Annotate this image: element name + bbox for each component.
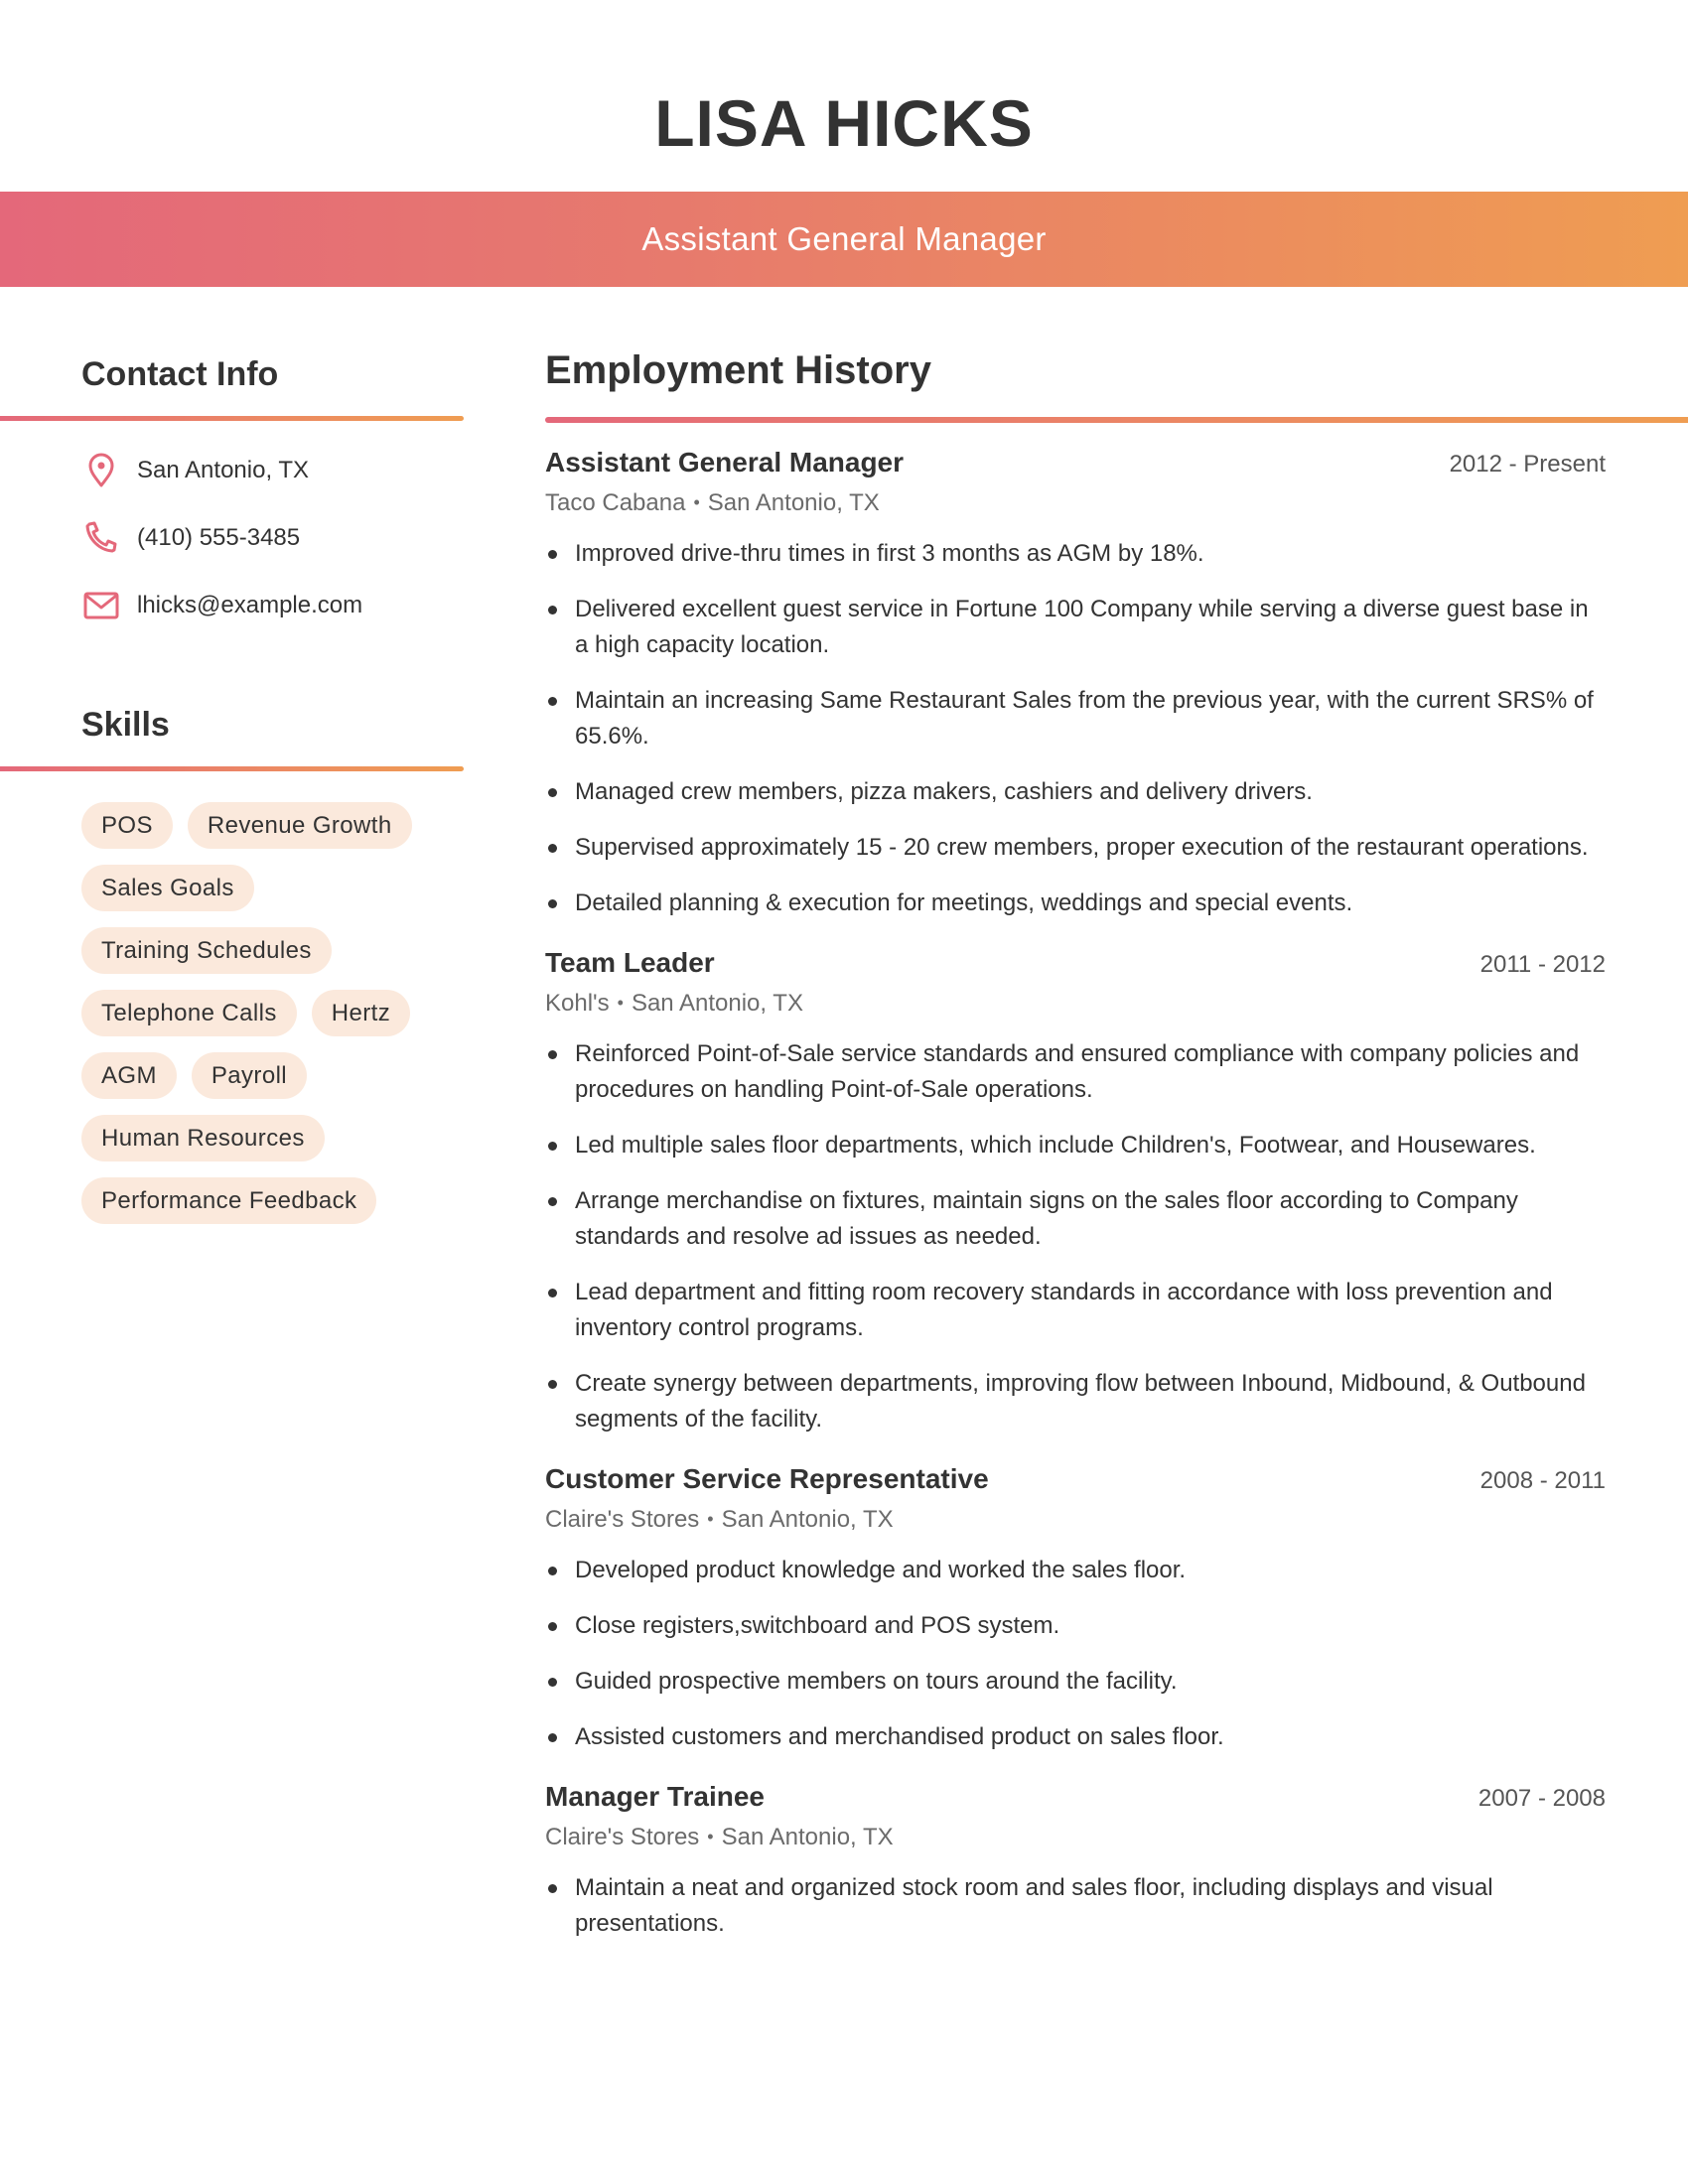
job-title: Assistant General Manager: [545, 447, 905, 478]
job-bullet: Assisted customers and merchandised prod…: [545, 1719, 1606, 1755]
job-company-location: Taco Cabana • San Antonio, TX: [545, 484, 1606, 520]
job-dates: 2008 - 2011: [1479, 1467, 1606, 1494]
job-bullet: Lead department and fitting room recover…: [545, 1275, 1606, 1346]
employment-history-divider: [545, 417, 1688, 423]
contact-phone: (410) 555-3485: [137, 524, 301, 551]
job-company: Claire's Stores: [545, 1824, 700, 1850]
job-bullet: Improved drive-thru times in first 3 mon…: [545, 536, 1606, 572]
separator-dot: •: [707, 1827, 714, 1846]
separator-dot: •: [707, 1509, 714, 1529]
job-bullet: Create synergy between departments, impr…: [545, 1366, 1606, 1437]
job-bullets: Improved drive-thru times in first 3 mon…: [545, 536, 1606, 921]
job-header: Manager Trainee 2007 - 2008: [545, 1781, 1606, 1819]
job-header: Team Leader 2011 - 2012: [545, 947, 1606, 985]
job-bullet: Delivered excellent guest service in For…: [545, 592, 1606, 663]
job-bullet: Arrange merchandise on fixtures, maintai…: [545, 1183, 1606, 1255]
job-bullet: Led multiple sales floor departments, wh…: [545, 1128, 1606, 1163]
job-bullet: Guided prospective members on tours arou…: [545, 1664, 1606, 1700]
contact-info-heading: Contact Info: [81, 355, 279, 393]
job-bullets: Developed product knowledge and worked t…: [545, 1553, 1606, 1755]
skills-list: POS Revenue Growth Sales Goals Training …: [81, 802, 459, 1224]
job-bullet: Reinforced Point-of-Sale service standar…: [545, 1036, 1606, 1108]
job-bullet: Maintain an increasing Same Restaurant S…: [545, 683, 1606, 754]
skills-heading: Skills: [81, 706, 170, 744]
separator-dot: •: [693, 492, 700, 512]
phone-icon: [81, 518, 121, 558]
contact-list: San Antonio, TX (410) 555-3485 lhicks@ex…: [81, 449, 459, 651]
contact-location: San Antonio, TX: [137, 457, 310, 483]
job-entry: Customer Service Representative 2008 - 2…: [545, 1463, 1606, 1755]
job-title: Manager Trainee: [545, 1781, 765, 1812]
skill-pill: POS: [81, 802, 173, 849]
skill-pill: Training Schedules: [81, 927, 332, 974]
job-location: San Antonio, TX: [631, 990, 803, 1017]
employment-history-heading: Employment History: [545, 348, 931, 392]
skill-pill: Revenue Growth: [187, 802, 412, 849]
job-bullet: Detailed planning & execution for meetin…: [545, 886, 1606, 921]
job-bullets: Reinforced Point-of-Sale service standar…: [545, 1036, 1606, 1437]
job-bullet: Developed product knowledge and worked t…: [545, 1553, 1606, 1588]
job-title: Customer Service Representative: [545, 1463, 989, 1494]
skill-pill: Telephone Calls: [81, 990, 297, 1036]
job-bullet: Close registers,switchboard and POS syst…: [545, 1608, 1606, 1644]
skill-pill: Human Resources: [81, 1115, 325, 1161]
job-bullet: Maintain a neat and organized stock room…: [545, 1870, 1606, 1942]
job-bullets: Maintain a neat and organized stock room…: [545, 1870, 1606, 1942]
skill-pill: Hertz: [311, 990, 411, 1036]
job-header: Assistant General Manager 2012 - Present: [545, 447, 1606, 484]
job-company-location: Claire's Stores • San Antonio, TX: [545, 1819, 1606, 1854]
employment-list: Assistant General Manager 2012 - Present…: [545, 447, 1606, 1968]
job-entry: Assistant General Manager 2012 - Present…: [545, 447, 1606, 921]
job-title: Team Leader: [545, 947, 715, 978]
job-dates: 2011 - 2012: [1479, 951, 1606, 978]
skill-pill: AGM: [81, 1052, 177, 1099]
skill-pill: Performance Feedback: [81, 1177, 377, 1224]
job-dates: 2012 - Present: [1449, 451, 1606, 478]
job-entry: Manager Trainee 2007 - 2008 Claire's Sto…: [545, 1781, 1606, 1942]
job-company-location: Claire's Stores • San Antonio, TX: [545, 1501, 1606, 1537]
separator-dot: •: [617, 993, 624, 1013]
mail-icon: [81, 586, 121, 625]
skills-divider: [0, 766, 464, 771]
job-entry: Team Leader 2011 - 2012 Kohl's • San Anton…: [545, 947, 1606, 1437]
job-bullet: Supervised approximately 15 - 20 crew me…: [545, 830, 1606, 866]
contact-info-divider: [0, 416, 464, 421]
skill-pill: Payroll: [191, 1052, 308, 1099]
contact-item-location: San Antonio, TX: [81, 449, 459, 492]
job-location: San Antonio, TX: [721, 1506, 894, 1533]
job-bullet: Managed crew members, pizza makers, cash…: [545, 774, 1606, 810]
map-pin-icon: [81, 451, 121, 490]
job-location: San Antonio, TX: [707, 489, 880, 516]
job-title-banner-text: Assistant General Manager: [641, 220, 1047, 257]
job-dates: 2007 - 2008: [1477, 1785, 1606, 1812]
skill-pill: Sales Goals: [81, 865, 254, 911]
contact-item-phone: (410) 555-3485: [81, 516, 459, 560]
contact-email[interactable]: lhicks@example.com: [137, 592, 362, 619]
candidate-name: LISA HICKS: [654, 86, 1034, 160]
job-header: Customer Service Representative 2008 - 2…: [545, 1463, 1606, 1501]
job-company: Taco Cabana: [545, 489, 686, 516]
job-company: Claire's Stores: [545, 1506, 700, 1533]
job-location: San Antonio, TX: [721, 1824, 894, 1850]
contact-item-email: lhicks@example.com: [81, 584, 459, 627]
job-company-location: Kohl's • San Antonio, TX: [545, 985, 1606, 1021]
title-banner: Assistant General Manager: [0, 192, 1688, 287]
job-company: Kohl's: [545, 990, 610, 1017]
